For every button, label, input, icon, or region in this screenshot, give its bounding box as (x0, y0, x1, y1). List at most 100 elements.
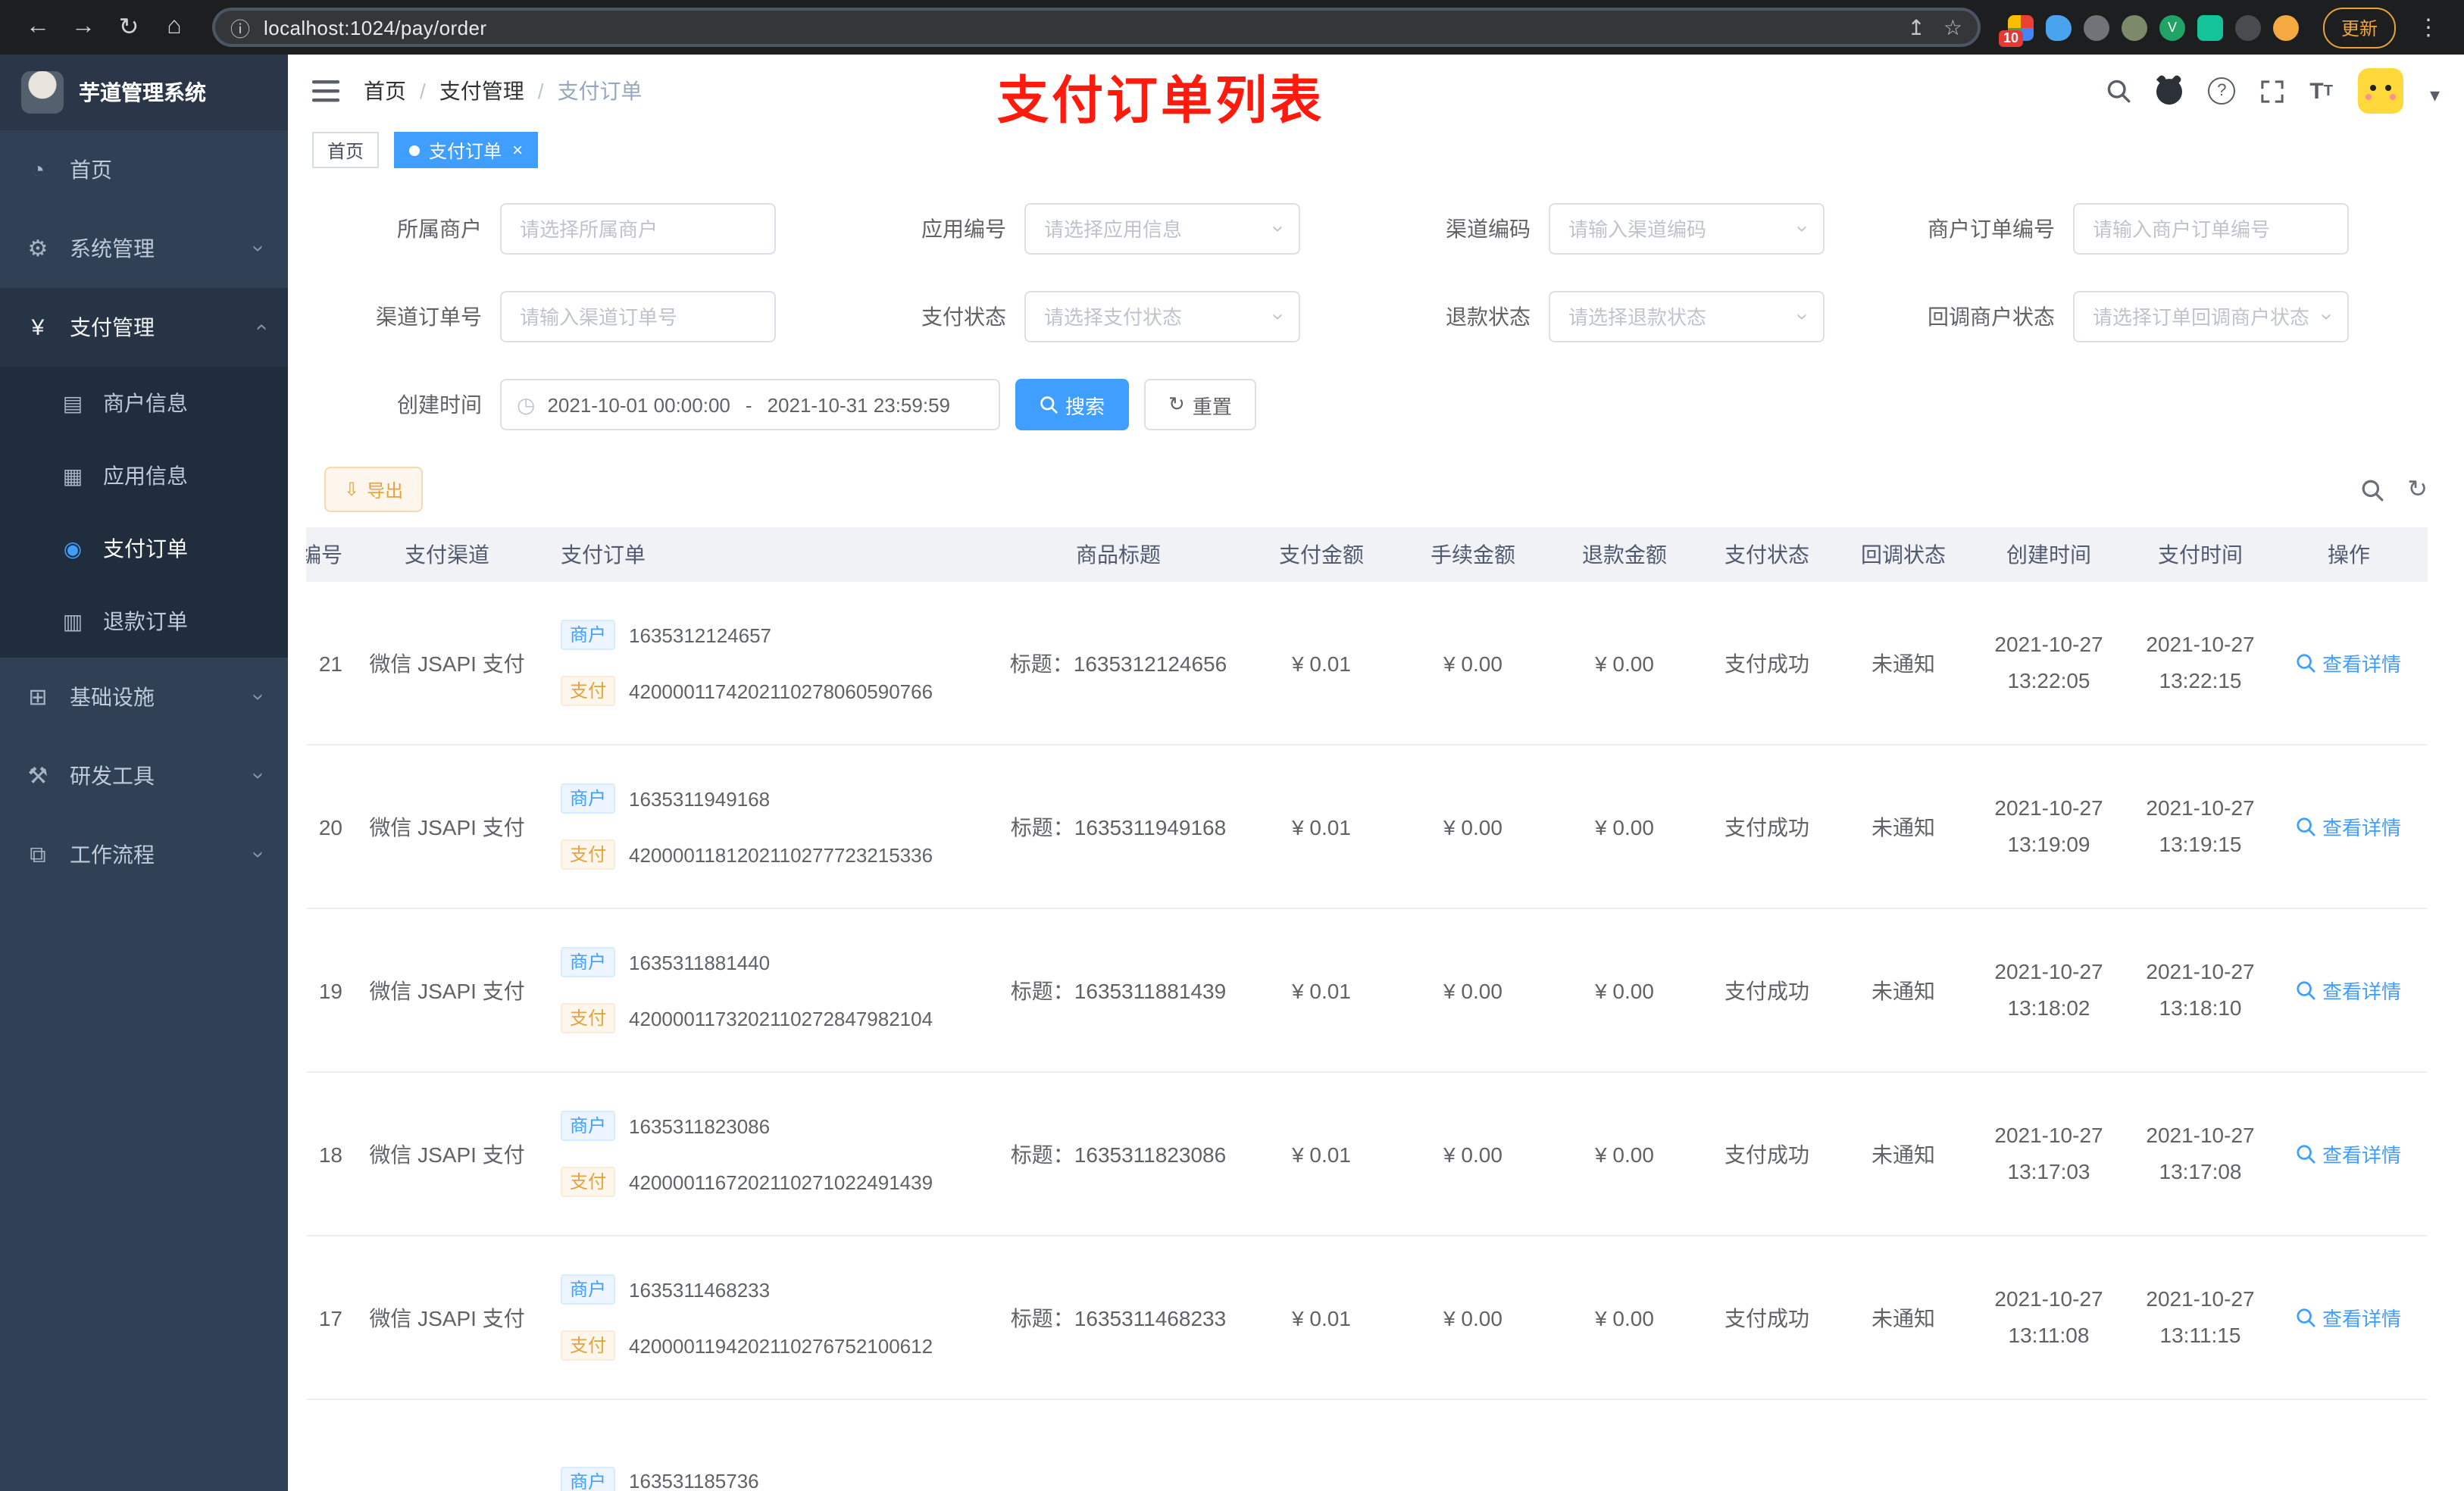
pay-status-select[interactable]: › (1024, 291, 1300, 342)
filter-label: 应用编号 (921, 217, 1006, 241)
view-detail-link[interactable]: 查看详情 (2276, 1073, 2422, 1235)
view-detail-link[interactable]: 查看详情 (2276, 746, 2422, 908)
tab-close-icon[interactable]: × (512, 139, 523, 161)
date-range-picker[interactable]: ◷ 2021-10-01 00:00:00 - 2021-10-31 23:59… (500, 379, 1000, 430)
merchant-input-field[interactable] (517, 216, 759, 242)
cell-id: 20 (318, 814, 342, 839)
chrome-menu-icon[interactable]: ⋮ (2411, 14, 2446, 41)
filter-form: 所属商户 应用编号 › 渠道编码 (288, 173, 2464, 467)
date-start-value[interactable]: 2021-10-01 00:00:00 (547, 393, 730, 416)
filter-create-time: 创建时间 ◷ 2021-10-01 00:00:00 - 2021-10-31 … (324, 379, 1000, 430)
tab-pay-order[interactable]: 支付订单 × (394, 132, 539, 168)
cell-refund: ¥ 0.00 (1595, 1305, 1654, 1330)
cell-notify: 未通知 (1871, 814, 1935, 839)
avatar-caret-icon[interactable]: ▾ (2430, 83, 2440, 108)
sidebar-item-app-info[interactable]: ▦ 应用信息 (0, 439, 288, 512)
filter-pay-status: 支付状态 › (849, 291, 1373, 342)
extension-icon[interactable] (2197, 14, 2223, 40)
extension-icon[interactable] (2121, 14, 2147, 40)
back-icon[interactable]: ← (18, 8, 58, 47)
search-icon[interactable] (2106, 79, 2131, 103)
app-id-select-field[interactable] (1041, 216, 1271, 242)
refund-status-select[interactable]: › (1549, 291, 1825, 342)
sidebar-item-refund-order[interactable]: ▥ 退款订单 (0, 585, 288, 658)
view-detail-link[interactable]: 查看详情 (2276, 909, 2422, 1071)
date-end-value[interactable]: 2021-10-31 23:59:59 (768, 393, 950, 416)
sidebar-item-system[interactable]: ⚙ 系统管理 › (0, 209, 288, 288)
sidebar: 芋道管理系统 ◔ 首页 ⚙ 系统管理 › ¥ 支付管理 › ▤ 商户信息 ▦ 应… (0, 55, 288, 1491)
cell-title: 标题：1635311881439 (1010, 978, 1227, 1002)
reload-icon[interactable]: ↻ (109, 8, 149, 47)
channel-order-no-field[interactable] (517, 304, 759, 330)
chevron-down-icon: › (248, 245, 273, 252)
breadcrumb-item[interactable]: 首页 (364, 76, 406, 106)
export-button[interactable]: ⇩ 导出 (324, 467, 424, 512)
reset-button[interactable]: ↻ 重置 (1144, 379, 1256, 430)
pay-status-field[interactable] (1041, 304, 1271, 330)
merchant-tag: 商户 (561, 947, 616, 977)
sidebar-item-workflow[interactable]: ⧉ 工作流程 › (0, 815, 288, 894)
share-icon[interactable]: ↥ (1907, 14, 1925, 40)
search-button[interactable]: 搜索 (1015, 379, 1130, 430)
extension-icon[interactable] (2272, 14, 2299, 40)
bookmark-star-icon[interactable]: ☆ (1943, 14, 1962, 40)
sidebar-item-payment[interactable]: ¥ 支付管理 › (0, 288, 288, 367)
view-detail-link[interactable]: 查看详情 (2276, 582, 2422, 744)
site-info-icon[interactable]: ⓘ (230, 13, 250, 42)
sidebar-item-label: 应用信息 (103, 464, 188, 488)
merchant-order-no-input[interactable] (2073, 203, 2349, 255)
notify-status-field[interactable] (2090, 304, 2319, 330)
sidebar-collapse-icon[interactable] (312, 79, 339, 103)
home-icon[interactable]: ⌂ (155, 8, 194, 47)
channel-code-select[interactable]: › (1549, 203, 1825, 255)
cell-fee: ¥ 0.00 (1443, 1305, 1502, 1330)
cell-refund: ¥ 0.00 (1595, 1142, 1654, 1166)
refresh-icon[interactable]: ↻ (2407, 474, 2428, 505)
notify-status-select[interactable]: › (2073, 291, 2349, 342)
table-row[interactable]: 18 微信 JSAPI 支付 商户 1635311823086 支付 4200001… (306, 1073, 2428, 1236)
table-row[interactable]: 19 微信 JSAPI 支付 商户 1635311881440 支付 4200001… (306, 909, 2428, 1073)
sidebar-item-home[interactable]: ◔ 首页 (0, 130, 288, 209)
search-toggle-icon[interactable] (2360, 478, 2383, 501)
cell-id: 21 (318, 651, 342, 675)
fullscreen-icon[interactable] (2261, 80, 2284, 102)
url-bar[interactable]: ⓘ localhost:1024/pay/order ↥ ☆ (212, 8, 1981, 47)
extension-icon[interactable] (2083, 14, 2109, 40)
merchant-input[interactable] (500, 203, 776, 255)
app-logo[interactable]: 芋道管理系统 (0, 55, 288, 130)
merchant-order-no-field[interactable] (2090, 216, 2332, 242)
github-icon[interactable] (2156, 78, 2183, 104)
extension-icon[interactable] (2045, 14, 2072, 40)
table-row[interactable]: 21 微信 JSAPI 支付 商户 1635312124657 支付 4200001… (306, 582, 2428, 746)
table-row[interactable]: 20 微信 JSAPI 支付 商户 1635311949168 支付 4200001… (306, 746, 2428, 909)
channel-code-field[interactable] (1565, 216, 1795, 242)
refund-status-field[interactable] (1565, 304, 1795, 330)
channel-order-no-input[interactable] (500, 291, 776, 342)
cell-channel (346, 1400, 549, 1491)
table-row[interactable]: 17 微信 JSAPI 支付 商户 1635311468233 支付 4200001… (306, 1236, 2428, 1400)
orders-table: 编号 支付渠道 支付订单 商品标题 支付金额 手续金额 退款金额 支付状态 回调… (306, 527, 2428, 1491)
app-id-select[interactable]: › (1024, 203, 1300, 255)
help-icon[interactable]: ? (2208, 77, 2236, 105)
forward-icon[interactable]: → (64, 8, 103, 47)
view-detail-link[interactable]: 查看详情 (2276, 1236, 2422, 1399)
pay-order-no: 4200001173202110272847982104 (629, 1007, 933, 1030)
user-avatar[interactable] (2358, 68, 2404, 114)
extension-icon[interactable]: 10 (1998, 14, 2034, 46)
breadcrumb-item[interactable]: 支付管理 (439, 76, 524, 106)
tab-home[interactable]: 首页 (312, 132, 380, 168)
col-header: 支付订单 (561, 542, 646, 567)
sidebar-item-pay-order[interactable]: ◉ 支付订单 (0, 512, 288, 585)
cell-create-time: 2021-10-27 13:18:02 (1994, 959, 2103, 1020)
url-text[interactable]: localhost:1024/pay/order (264, 16, 1889, 39)
sidebar-item-merchant-info[interactable]: ▤ 商户信息 (0, 367, 288, 439)
extension-icon[interactable] (2234, 14, 2261, 40)
cell-fee: ¥ 0.00 (1443, 814, 1502, 839)
cell-title: 标题：1635311468233 (1010, 1305, 1227, 1330)
sidebar-item-devtools[interactable]: ⚒ 研发工具 › (0, 736, 288, 815)
font-size-icon[interactable]: TT (2309, 78, 2333, 104)
chrome-update-button[interactable]: 更新 (2322, 7, 2396, 48)
extension-icon[interactable]: V (2159, 14, 2185, 40)
sidebar-item-infra[interactable]: ⊞ 基础设施 › (0, 658, 288, 736)
table-row-partial[interactable]: 商户 163531185736 (306, 1400, 2428, 1491)
